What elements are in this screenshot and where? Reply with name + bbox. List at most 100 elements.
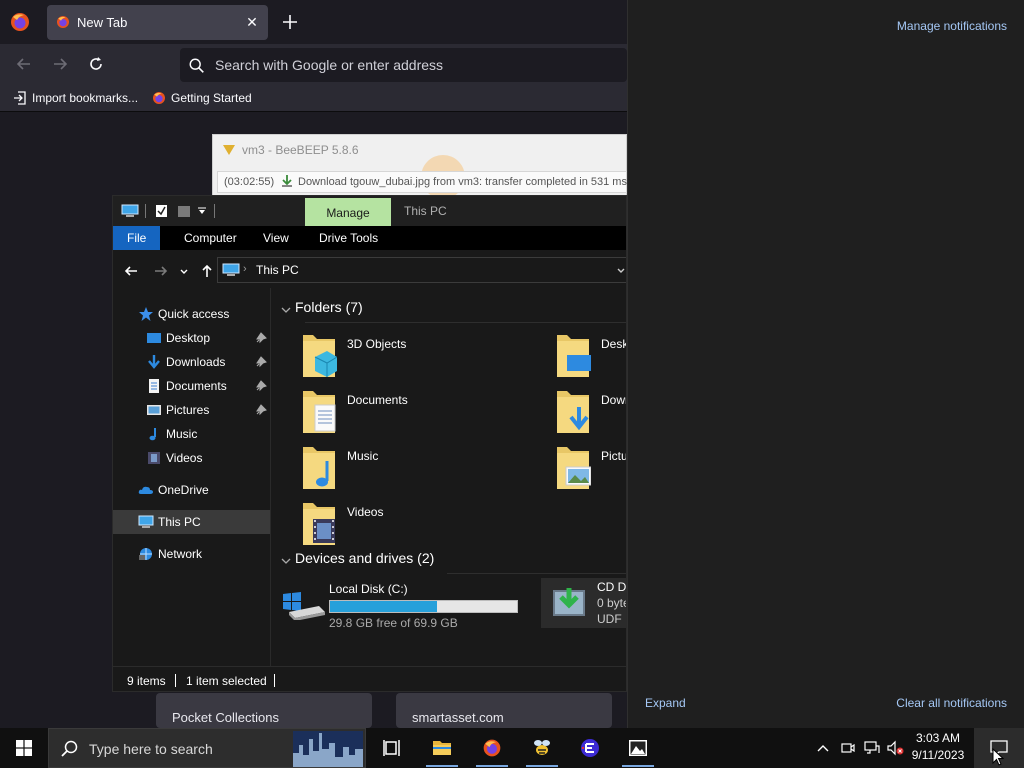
- nav-item-music[interactable]: Music: [113, 422, 270, 446]
- forward-arrow-icon[interactable]: [50, 54, 70, 74]
- firefox-icon[interactable]: [8, 10, 32, 34]
- tab-view[interactable]: View: [249, 226, 303, 250]
- nav-item-network[interactable]: Network: [113, 542, 270, 566]
- clock-date[interactable]: 9/11/2023: [906, 748, 970, 762]
- new-tab-icon[interactable]: [280, 12, 300, 32]
- nav-item-pictures[interactable]: Pictures: [113, 398, 270, 422]
- reload-icon[interactable]: [86, 54, 106, 74]
- nav-item-downloads[interactable]: Downloads: [113, 350, 270, 374]
- nav-item-documents[interactable]: Documents: [113, 374, 270, 398]
- collapse-chevron-icon[interactable]: [281, 305, 291, 315]
- chat-log-line: (03:02:55) Download tgouw_dubai.jpg from…: [217, 171, 630, 193]
- expand-link[interactable]: Expand: [645, 696, 686, 710]
- nav-label: Pictures: [166, 403, 210, 417]
- back-arrow-icon[interactable]: [14, 54, 34, 74]
- up-arrow-icon[interactable]: [199, 263, 215, 279]
- start-button[interactable]: [0, 728, 48, 768]
- drive-tile-cd[interactable]: CD Drive 0 bytes UDF: [541, 578, 627, 628]
- navigation-pane: Quick access Desktop Downloads Documents…: [113, 288, 270, 666]
- search-icon: [61, 740, 78, 757]
- close-tab-icon[interactable]: ✕: [244, 14, 260, 30]
- devices-group-header[interactable]: Devices and drives (2): [295, 550, 434, 566]
- customize-toolbar-icon[interactable]: [197, 206, 207, 216]
- bookmark-label: Import bookmarks...: [32, 91, 139, 105]
- nav-item-this-pc[interactable]: This PC: [113, 510, 270, 534]
- folder-tile-3d-objects[interactable]: 3D Objects: [293, 330, 533, 382]
- browser-toolbar: Search with Google or enter address: [0, 44, 627, 84]
- back-arrow-icon[interactable]: [123, 263, 139, 279]
- tab-file[interactable]: File: [113, 226, 161, 250]
- manage-notifications-link[interactable]: Manage notifications: [897, 19, 1007, 33]
- browser-tab[interactable]: New Tab ✕: [47, 5, 268, 40]
- star-icon: [139, 307, 153, 321]
- taskbar-beebeep[interactable]: [518, 728, 566, 768]
- folder-tile-downloads[interactable]: Downloads: [547, 386, 626, 438]
- address-text[interactable]: This PC: [256, 263, 299, 277]
- beebeep-bee-icon: [534, 740, 550, 755]
- pin-icon[interactable]: [255, 332, 267, 344]
- pin-icon[interactable]: [255, 404, 267, 416]
- folder-tile-documents[interactable]: Documents: [293, 386, 533, 438]
- taskbar-photos[interactable]: [614, 728, 662, 768]
- show-hidden-icons-chevron-icon[interactable]: [816, 741, 830, 755]
- meet-now-icon[interactable]: [840, 740, 856, 756]
- getting-started-bookmark[interactable]: Getting Started: [151, 84, 252, 112]
- folder-tile-music[interactable]: Music: [293, 442, 533, 494]
- browser-tab-strip: New Tab ✕: [0, 0, 627, 44]
- beebeep-window[interactable]: vm3 - BeeBEEP 5.8.6 (03:02:55) Download …: [212, 134, 630, 197]
- taskbar-file-explorer[interactable]: [418, 728, 466, 768]
- search-icon: [189, 58, 204, 73]
- folder-tile-videos[interactable]: Videos: [293, 498, 533, 550]
- taskbar-firefox[interactable]: [468, 728, 516, 768]
- url-bar[interactable]: Search with Google or enter address: [180, 48, 627, 82]
- folder-label: 3D Objects: [347, 337, 407, 351]
- folders-group-header[interactable]: Folders (7): [295, 299, 363, 315]
- drive-label: CD Drive: [597, 580, 627, 594]
- tab-drive-tools[interactable]: Drive Tools: [305, 226, 392, 250]
- nav-item-desktop[interactable]: Desktop: [113, 326, 270, 350]
- nav-item-quick-access[interactable]: Quick access: [113, 302, 270, 326]
- bookmarks-toolbar: Import bookmarks... Getting Started: [0, 84, 627, 112]
- nav-label: OneDrive: [158, 483, 209, 497]
- manage-tab-label: Manage: [326, 206, 370, 220]
- taskbar-app-e[interactable]: [566, 728, 614, 768]
- firefox-icon: [57, 16, 69, 28]
- folder-tile-desktop[interactable]: Desktop: [547, 330, 626, 382]
- address-bar[interactable]: › This PC: [217, 257, 626, 283]
- taskbar-search-box[interactable]: Type here to search: [48, 728, 366, 768]
- pin-icon[interactable]: [255, 356, 267, 368]
- nav-label: Documents: [166, 379, 227, 393]
- clock-time[interactable]: 3:03 AM: [906, 731, 970, 745]
- properties-icon[interactable]: [155, 204, 168, 218]
- music-note-icon: [149, 428, 156, 441]
- task-view-button[interactable]: [368, 728, 416, 768]
- folder-tile-pictures[interactable]: Pictures: [547, 442, 626, 494]
- cd-drive-icon: [553, 588, 585, 616]
- breadcrumb-chevron-icon[interactable]: ›: [243, 263, 247, 275]
- network-wired-icon[interactable]: [864, 740, 880, 756]
- nav-item-videos[interactable]: Videos: [113, 446, 270, 470]
- shortcut-tile-pocket[interactable]: Pocket Collections: [156, 693, 372, 728]
- manage-context-tab[interactable]: Manage: [305, 198, 391, 226]
- new-folder-icon[interactable]: [177, 204, 191, 218]
- shortcut-tile-smartasset[interactable]: smartasset.com: [396, 693, 612, 728]
- forward-arrow-icon[interactable]: [153, 263, 169, 279]
- tab-computer[interactable]: Computer: [170, 226, 251, 250]
- network-icon: [139, 548, 152, 560]
- recent-locations-chevron-icon[interactable]: [179, 267, 189, 277]
- address-history-chevron-icon[interactable]: [616, 266, 626, 276]
- this-pc-icon[interactable]: [121, 204, 139, 218]
- file-explorer-window[interactable]: Manage This PC File Computer View Drive …: [112, 195, 627, 692]
- search-highlight-image: [293, 731, 363, 767]
- drive-tile-local-disk-c[interactable]: Local Disk (C:) 29.8 GB free of 69.9 GB: [277, 580, 525, 632]
- collapse-chevron-icon[interactable]: [281, 556, 291, 566]
- import-bookmarks-link[interactable]: Import bookmarks...: [12, 84, 138, 112]
- volume-muted-icon[interactable]: [887, 740, 905, 756]
- desktop-icon: [147, 333, 161, 343]
- toolbar-separator: [145, 204, 146, 218]
- nav-item-onedrive[interactable]: OneDrive: [113, 478, 270, 502]
- nav-label: Quick access: [158, 307, 230, 321]
- document-icon: [149, 379, 159, 393]
- clear-all-notifications-link[interactable]: Clear all notifications: [896, 696, 1007, 710]
- pin-icon[interactable]: [255, 380, 267, 392]
